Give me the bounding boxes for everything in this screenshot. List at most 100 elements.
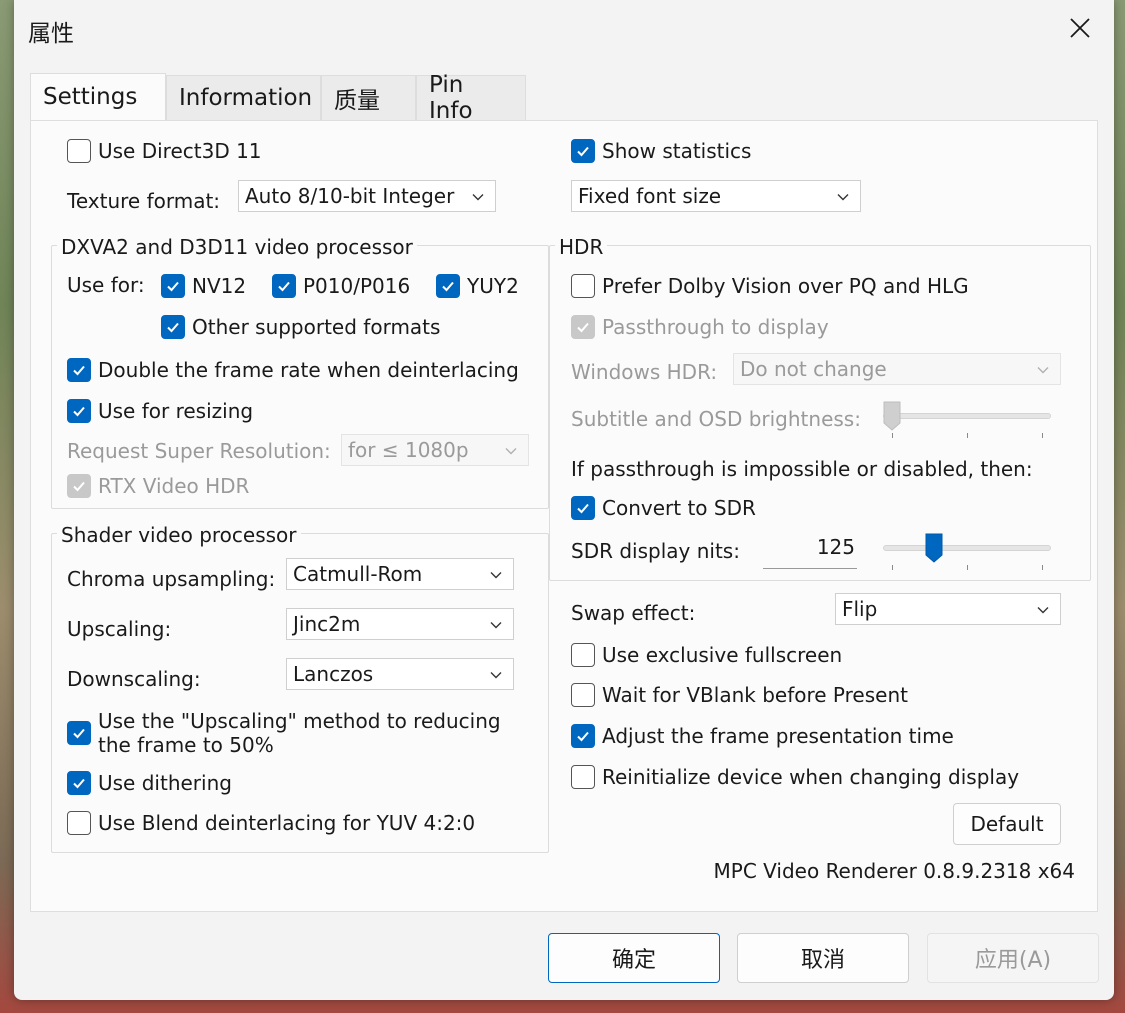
tab-information[interactable]: Information: [166, 75, 321, 120]
other-formats-checkbox[interactable]: Other supported formats: [161, 315, 440, 339]
checkbox-box: [161, 274, 185, 298]
checkbox-label-line1: Use the "Upscaling" method to reducing: [98, 709, 501, 733]
slider-tick: [967, 433, 968, 438]
select-value: Catmull-Rom: [293, 562, 423, 586]
sdr-nits-input[interactable]: 125: [763, 535, 857, 569]
use-d3d11-checkbox[interactable]: Use Direct3D 11: [67, 139, 262, 163]
checkbox-label: Use dithering: [98, 771, 232, 795]
rtx-video-hdr-checkbox[interactable]: RTX Video HDR: [67, 474, 249, 498]
upscaling-select[interactable]: Jinc2m: [286, 608, 514, 640]
slider-tick: [1042, 565, 1043, 570]
adjust-presentation-checkbox[interactable]: Adjust the frame presentation time: [571, 724, 954, 748]
select-value: Lanczos: [293, 662, 374, 686]
slider-thumb[interactable]: [883, 401, 901, 431]
close-icon: [1070, 18, 1090, 38]
checkbox-box: [571, 315, 595, 339]
exclusive-fullscreen-checkbox[interactable]: Use exclusive fullscreen: [571, 643, 842, 667]
dialog-title: 属性: [28, 21, 74, 47]
super-resolution-select[interactable]: for ≤ 1080p: [341, 434, 529, 466]
checkbox-label: Use for resizing: [98, 399, 254, 423]
vblank-checkbox[interactable]: Wait for VBlank before Present: [571, 683, 908, 707]
chevron-down-icon: [837, 194, 849, 201]
windows-hdr-label: Windows HDR:: [571, 360, 718, 384]
checkbox-box: [67, 721, 91, 745]
super-resolution-label: Request Super Resolution:: [67, 439, 331, 463]
default-button[interactable]: Default: [953, 803, 1061, 845]
checkbox-box: [571, 274, 595, 298]
checkbox-box: [571, 139, 595, 163]
use-for-resizing-checkbox[interactable]: Use for resizing: [67, 399, 253, 423]
chevron-down-icon: [1037, 607, 1049, 614]
p010-checkbox[interactable]: P010/P016: [272, 274, 410, 298]
swap-effect-label: Swap effect:: [571, 601, 696, 625]
downscaling-label: Downscaling:: [67, 667, 201, 691]
prefer-dolby-vision-checkbox[interactable]: Prefer Dolby Vision over PQ and HLG: [571, 274, 969, 298]
blend-deinterlacing-checkbox[interactable]: Use Blend deinterlacing for YUV 4:2:0: [67, 811, 475, 835]
upscaling-method-checkbox[interactable]: Use the "Upscaling" method to reducing t…: [67, 709, 501, 757]
convert-to-sdr-checkbox[interactable]: Convert to SDR: [571, 496, 756, 520]
checkbox-label: Convert to SDR: [602, 496, 756, 520]
cancel-button[interactable]: 取消: [737, 933, 909, 983]
slider-tick: [1042, 433, 1043, 438]
sdr-nits-label: SDR display nits:: [571, 539, 740, 563]
stats-font-select[interactable]: Fixed font size: [571, 180, 861, 212]
swap-effect-select[interactable]: Flip: [835, 593, 1061, 625]
checkbox-box: [571, 643, 595, 667]
double-frame-rate-checkbox[interactable]: Double the frame rate when deinterlacing: [67, 358, 519, 382]
slider-tick: [892, 433, 893, 438]
passthrough-checkbox[interactable]: Passthrough to display: [571, 315, 829, 339]
checkbox-box: [67, 399, 91, 423]
nv12-checkbox[interactable]: NV12: [161, 274, 246, 298]
checkbox-label: Reinitialize device when changing displa…: [602, 765, 1020, 789]
chevron-down-icon: [505, 448, 517, 455]
use-for-label: Use for:: [67, 273, 145, 297]
windows-hdr-select[interactable]: Do not change: [733, 353, 1061, 385]
slider-tick: [967, 565, 968, 570]
checkbox-box: [436, 274, 460, 298]
settings-panel: Use Direct3D 11 Texture format: Auto 8/1…: [30, 120, 1098, 912]
texture-format-select[interactable]: Auto 8/10-bit Integer: [238, 180, 496, 212]
downscaling-select[interactable]: Lanczos: [286, 658, 514, 690]
checkbox-label: RTX Video HDR: [98, 474, 250, 498]
checkbox-label: Show statistics: [602, 139, 752, 163]
select-value: Auto 8/10-bit Integer: [245, 184, 455, 208]
ok-button[interactable]: 确定: [548, 933, 720, 983]
checkbox-label: P010/P016: [303, 274, 411, 298]
apply-button[interactable]: 应用(A): [927, 933, 1099, 983]
slider-tick: [892, 565, 893, 570]
use-dithering-checkbox[interactable]: Use dithering: [67, 771, 232, 795]
checkbox-box: [571, 765, 595, 789]
slider-track: [883, 545, 1051, 551]
reinitialize-device-checkbox[interactable]: Reinitialize device when changing displa…: [571, 765, 1019, 789]
checkbox-box: [161, 315, 185, 339]
upscaling-label: Upscaling:: [67, 617, 172, 641]
show-statistics-checkbox[interactable]: Show statistics: [571, 139, 751, 163]
checkbox-box: [571, 683, 595, 707]
chroma-upsampling-label: Chroma upsampling:: [67, 567, 276, 591]
checkbox-label: Double the frame rate when deinterlacing: [98, 358, 519, 382]
tab-pin-info[interactable]: Pin Info: [416, 72, 526, 124]
close-button[interactable]: [1060, 8, 1100, 48]
checkbox-box: [67, 771, 91, 795]
checkbox-box: [571, 496, 595, 520]
chroma-upsampling-select[interactable]: Catmull-Rom: [286, 558, 514, 590]
texture-format-label: Texture format:: [67, 189, 221, 213]
passthrough-fallback-label: If passthrough is impossible or disabled…: [571, 457, 1033, 481]
checkbox-label: Prefer Dolby Vision over PQ and HLG: [602, 274, 969, 298]
select-value: Do not change: [740, 357, 887, 381]
checkbox-label: Use exclusive fullscreen: [602, 643, 843, 667]
checkbox-box: [67, 139, 91, 163]
tab-quality[interactable]: 质量: [321, 75, 416, 120]
slider-thumb[interactable]: [925, 533, 943, 563]
shader-group-title: Shader video processor: [57, 523, 301, 547]
tab-settings[interactable]: Settings: [30, 73, 166, 120]
hdr-group-title: HDR: [555, 235, 608, 259]
yuy2-checkbox[interactable]: YUY2: [436, 274, 519, 298]
checkbox-label: NV12: [192, 274, 247, 298]
checkbox-label: YUY2: [467, 274, 519, 298]
checkbox-box: [67, 358, 91, 382]
osd-brightness-label: Subtitle and OSD brightness:: [571, 407, 861, 431]
slider-track: [883, 413, 1051, 419]
checkbox-label: Other supported formats: [192, 315, 441, 339]
checkbox-label-line2: the frame to 50%: [98, 733, 274, 757]
